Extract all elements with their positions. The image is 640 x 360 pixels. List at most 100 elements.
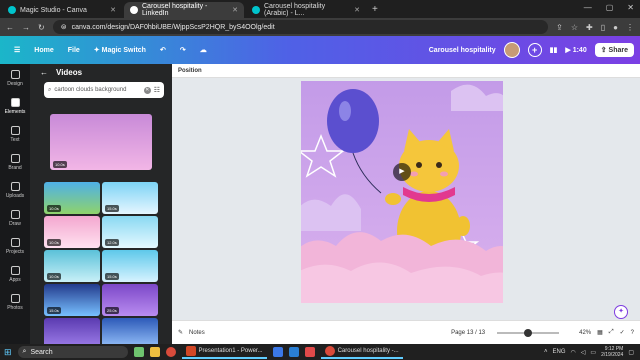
url-field[interactable]: ⊜ canva.com/design/DAF0hbiUBE/WjppScsP2H…: [52, 20, 549, 34]
more-menu-icon[interactable]: ⋮: [626, 23, 634, 32]
minimize-icon[interactable]: —: [584, 3, 592, 12]
video-duration-badge: 10.0s: [47, 239, 61, 246]
rail-design[interactable]: Design: [0, 64, 30, 92]
file-explorer-icon[interactable]: [149, 347, 160, 357]
rail-label: Elements: [4, 108, 26, 115]
video-thumbnail[interactable]: 25.0s: [102, 284, 158, 316]
search-value: cartoon clouds background: [54, 87, 127, 93]
video-search-input[interactable]: ⌕ cartoon clouds background ✕ ☷: [44, 82, 164, 98]
clear-search-icon[interactable]: ✕: [143, 86, 151, 94]
close-tab-icon[interactable]: ✕: [354, 6, 360, 14]
language-indicator[interactable]: ENG: [553, 349, 566, 355]
grid-view-icon[interactable]: ▦: [597, 329, 603, 336]
check-icon[interactable]: ✓: [620, 329, 625, 336]
video-thumbnail[interactable]: 10.0s: [44, 182, 100, 214]
page-indicator[interactable]: Page 13 / 13: [451, 330, 485, 336]
mascot-app-icon[interactable]: [133, 347, 144, 357]
rail-label: Projects: [5, 248, 25, 255]
chrome-icon[interactable]: [165, 347, 176, 357]
back-arrow-icon[interactable]: ←: [40, 68, 48, 77]
fullscreen-icon[interactable]: ⤢: [609, 329, 614, 336]
rail-apps[interactable]: Apps: [0, 260, 30, 288]
video-duration-badge: 10.0s: [53, 161, 67, 168]
video-thumbnail[interactable]: 15.0s: [102, 250, 158, 282]
bookmark-star-icon[interactable]: ☆: [571, 23, 578, 32]
video-thumbnail[interactable]: 15.0s: [44, 284, 100, 316]
address-bar-row: ← → ↻ ⊜ canva.com/design/DAF0hbiUBE/Wjpp…: [0, 18, 640, 36]
user-avatar[interactable]: [503, 42, 520, 58]
play-video-icon[interactable]: ▶: [393, 163, 411, 181]
notes-button[interactable]: Notes: [189, 330, 205, 336]
canva-favicon-icon: [130, 6, 138, 14]
add-collaborator-icon[interactable]: +: [527, 43, 542, 57]
help-icon[interactable]: ?: [631, 330, 634, 336]
file-menu-button[interactable]: File: [68, 47, 80, 54]
share-page-icon[interactable]: ⇪: [556, 23, 563, 32]
taskbar-window-title: Presentation1 - Power...: [198, 348, 263, 354]
hamburger-menu-icon[interactable]: ☰: [14, 46, 20, 54]
browser-tab-active[interactable]: Carousel hospitality - LinkedIn ✕: [124, 2, 244, 18]
profile-icon[interactable]: ●: [613, 23, 618, 32]
rail-text[interactable]: Text: [0, 120, 30, 148]
design-page[interactable]: ▶: [301, 81, 503, 303]
rail-brand[interactable]: Brand: [0, 148, 30, 176]
cloud-saved-icon[interactable]: ☁: [200, 46, 207, 54]
share-button[interactable]: ⇪ Share: [594, 43, 634, 57]
zoom-level[interactable]: 42%: [579, 330, 591, 336]
battery-icon[interactable]: ▭: [590, 349, 596, 356]
zoom-slider[interactable]: [497, 328, 560, 337]
notifications-icon[interactable]: ▢: [628, 349, 634, 356]
insights-chart-icon[interactable]: ▮▮: [550, 46, 558, 54]
new-tab-plus-icon[interactable]: +: [372, 2, 378, 18]
editor-canvas-area: Position ▶ ✦ ✎ Notes Page 13 / 13 42% ▦ …: [172, 64, 640, 344]
reload-icon[interactable]: ↻: [38, 23, 45, 32]
video-thumbnail[interactable]: 10.0s: [44, 250, 100, 282]
site-info-icon[interactable]: ⊜: [61, 23, 67, 31]
rail-draw[interactable]: Draw: [0, 204, 30, 232]
design-title[interactable]: Carousel hospitality: [429, 47, 496, 54]
maximize-icon[interactable]: ▢: [606, 3, 614, 12]
video-thumbnail[interactable]: 15.0s: [102, 182, 158, 214]
rail-projects[interactable]: Projects: [0, 232, 30, 260]
redo-icon[interactable]: ↷: [180, 46, 186, 54]
forward-arrow-icon[interactable]: →: [22, 23, 30, 32]
app-icon[interactable]: [288, 347, 299, 357]
zoom-slider-knob[interactable]: [524, 328, 533, 337]
video-thumbnail[interactable]: 10.0s: [44, 216, 100, 248]
notes-icon[interactable]: ✎: [178, 329, 183, 336]
windows-start-icon[interactable]: ⊞: [4, 347, 12, 358]
video-thumbnail[interactable]: 10.0s: [50, 114, 152, 170]
browser-tab[interactable]: Magic Studio - Canva ✕: [2, 2, 122, 18]
rail-photos[interactable]: Photos: [0, 288, 30, 316]
clock[interactable]: 9:12 PM 2/19/2024: [601, 346, 623, 358]
undo-icon[interactable]: ↶: [160, 46, 166, 54]
volume-icon[interactable]: ◁: [581, 349, 586, 356]
taskbar-window-powerpoint[interactable]: Presentation1 - Power...: [181, 345, 267, 359]
home-button[interactable]: Home: [34, 47, 53, 54]
position-button[interactable]: Position: [178, 68, 202, 74]
filter-sliders-icon[interactable]: ☷: [154, 86, 160, 94]
back-arrow-icon[interactable]: ←: [6, 23, 14, 32]
sidebar-icon[interactable]: ▯: [601, 23, 605, 32]
close-tab-icon[interactable]: ✕: [232, 6, 238, 14]
extensions-icon[interactable]: ✚: [586, 23, 593, 32]
present-button[interactable]: ▶ 1:40: [565, 46, 586, 54]
app-icon[interactable]: [304, 347, 315, 357]
bottom-page-bar: ✎ Notes Page 13 / 13 42% ▦ ⤢ ✓ ?: [172, 320, 640, 344]
magic-switch-button[interactable]: ✦ Magic Switch: [94, 46, 146, 54]
rail-uploads[interactable]: Uploads: [0, 176, 30, 204]
app-icon[interactable]: [272, 347, 283, 357]
taskbar-window-browser[interactable]: Carousel hospitality -...: [320, 345, 403, 359]
browser-tab[interactable]: Carousel hospitality (Arabic) - L... ✕: [246, 2, 366, 18]
wifi-icon[interactable]: ◠: [571, 349, 576, 356]
text-icon: [10, 125, 20, 135]
rail-label: Apps: [9, 276, 21, 283]
close-tab-icon[interactable]: ✕: [110, 6, 116, 14]
taskbar-search[interactable]: ⌕ Search: [17, 346, 128, 358]
close-window-icon[interactable]: ✕: [627, 3, 634, 12]
rail-elements[interactable]: Elements: [0, 92, 30, 120]
video-thumbnail[interactable]: 12.0s: [102, 216, 158, 248]
tray-chevron-icon[interactable]: ˄: [544, 349, 548, 355]
video-duration-badge: 15.0s: [105, 273, 119, 280]
magic-assistant-icon[interactable]: ✦: [614, 305, 628, 319]
